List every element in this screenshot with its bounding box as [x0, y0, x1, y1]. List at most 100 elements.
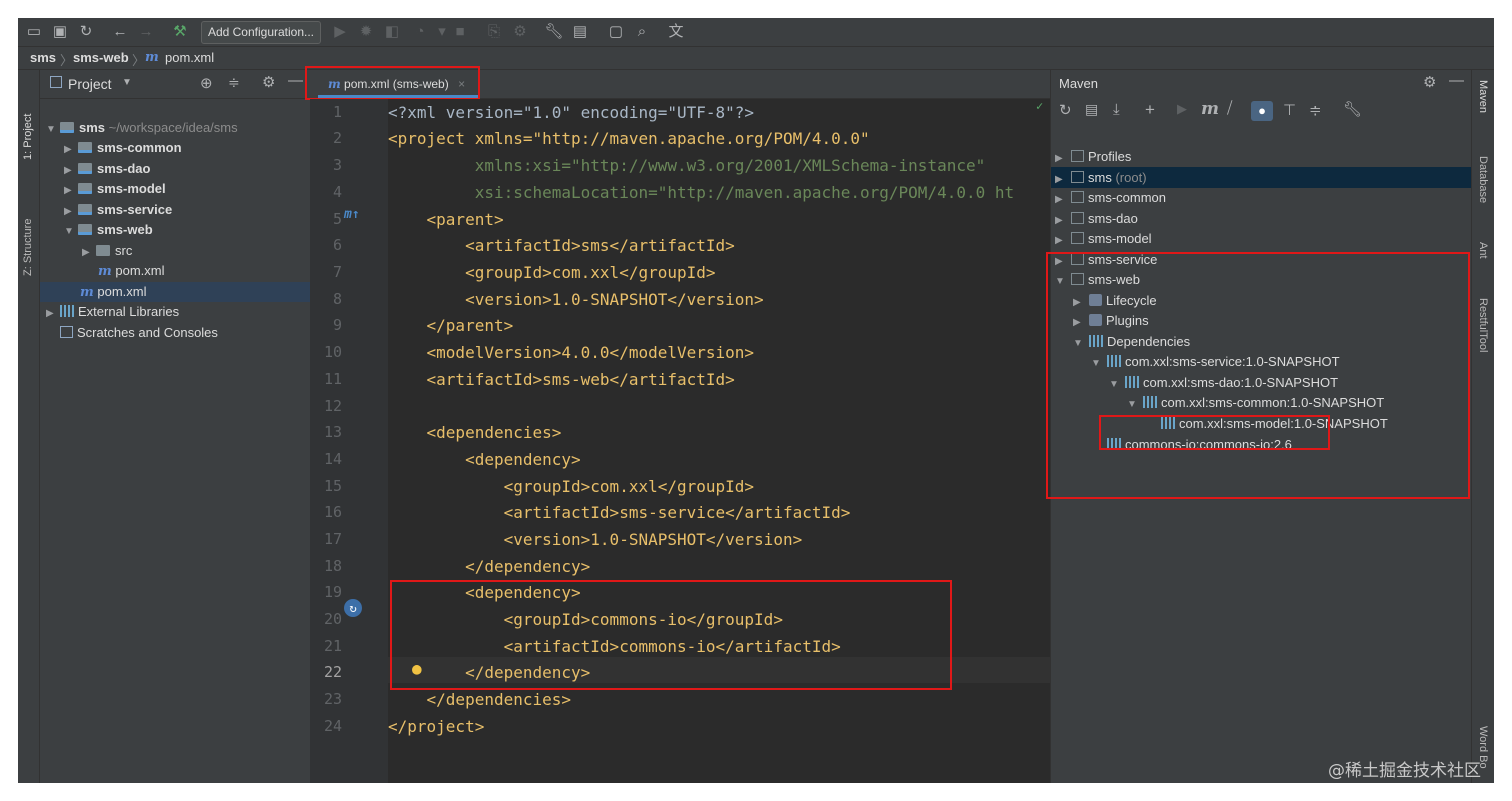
- expand-arrow-icon[interactable]: ▶: [46, 304, 60, 324]
- collapse-all-icon[interactable]: ≑: [1309, 101, 1322, 119]
- code-line: xsi:schemaLocation="http://maven.apache.…: [388, 183, 1015, 202]
- open-folder-icon[interactable]: ▭: [24, 22, 44, 42]
- minimize-icon[interactable]: —: [288, 72, 303, 89]
- maven-tree-profiles[interactable]: ▶ Profiles: [1055, 147, 1131, 167]
- expand-arrow-icon[interactable]: ▶: [64, 202, 78, 222]
- reload-icon[interactable]: ↻: [1059, 101, 1072, 119]
- breadcrumb-item[interactable]: sms-web: [73, 50, 129, 65]
- minimize-icon[interactable]: —: [1449, 72, 1464, 89]
- execute-goal-icon[interactable]: m: [1201, 99, 1219, 119]
- settings-wrench-icon[interactable]: 🔧︎: [1343, 100, 1362, 118]
- code-line: </parent>: [388, 316, 514, 335]
- locate-icon[interactable]: ⊕: [200, 74, 213, 92]
- search-icon[interactable]: ⌕: [632, 22, 652, 42]
- collapse-all-icon[interactable]: ≑: [228, 74, 240, 91]
- code-line: </dependencies>: [388, 690, 572, 709]
- line-number: 2: [332, 129, 342, 147]
- tree-item-sms-common[interactable]: ▶ sms-common: [64, 138, 182, 158]
- maven-tree-sms-dao[interactable]: ▶ sms-dao: [1055, 209, 1138, 229]
- toggle-offline-icon[interactable]: ⧸: [1227, 100, 1232, 118]
- stop-icon[interactable]: ■: [450, 22, 470, 42]
- tree-item-scratches[interactable]: Scratches and Consoles: [60, 323, 218, 343]
- save-icon[interactable]: ▣: [50, 22, 70, 42]
- add-configuration-button[interactable]: Add Configuration...: [201, 21, 321, 44]
- maven-tree-sms-model[interactable]: ▶ sms-model: [1055, 229, 1152, 249]
- maven-toolbar: ↻ ▤ ⤓ + ▶ m ⧸ ● ⊤ ≑ 🔧︎: [1051, 98, 1472, 126]
- code-line: <groupId>com.xxl</groupId>: [388, 477, 755, 496]
- sync-icon[interactable]: ↻: [76, 22, 96, 42]
- line-number: 22: [323, 663, 342, 681]
- tree-item-label: sms: [1088, 170, 1112, 185]
- ant-tool-button[interactable]: Ant: [1477, 242, 1489, 282]
- coverage-icon[interactable]: ◧: [382, 22, 402, 42]
- maven-tree-sms-common[interactable]: ▶ sms-common: [1055, 188, 1166, 208]
- tree-item-sms-dao[interactable]: ▶ sms-dao: [64, 159, 150, 179]
- debug-icon[interactable]: ✹: [356, 22, 376, 42]
- show-dependencies-icon[interactable]: ⊤: [1283, 101, 1296, 119]
- tree-item-pom-xml-root[interactable]: m pom.xml: [80, 282, 147, 302]
- tree-item-label: Profiles: [1088, 149, 1132, 164]
- right-tool-stripe: Maven Database Ant RestfulTool Word Bo: [1471, 70, 1494, 783]
- restfultool-tool-button[interactable]: RestfulTool: [1477, 298, 1489, 388]
- line-number: 7: [332, 263, 342, 281]
- code-line: <artifactId>sms</artifactId>: [388, 236, 735, 255]
- settings-wrench-icon[interactable]: 🔧︎: [544, 22, 564, 42]
- expand-arrow-icon[interactable]: ▶: [1055, 211, 1071, 231]
- code-line: xmlns:xsi="http://www.w3.org/2001/XMLSch…: [388, 156, 986, 175]
- breadcrumb-item[interactable]: pom.xml: [165, 50, 214, 65]
- expand-arrow-icon[interactable]: ▶: [64, 161, 78, 181]
- expand-arrow-icon[interactable]: ▶: [1055, 170, 1071, 190]
- add-maven-projects-icon[interactable]: ▤: [1085, 101, 1098, 118]
- expand-arrow-icon[interactable]: ▶: [1055, 231, 1071, 251]
- skip-tests-icon[interactable]: ●: [1251, 101, 1273, 121]
- line-number: 21: [323, 637, 342, 655]
- expand-arrow-icon[interactable]: ▶: [82, 243, 96, 263]
- vcs-icon[interactable]: ⚙: [510, 22, 530, 42]
- project-structure-icon[interactable]: ▤: [570, 22, 590, 42]
- structure-tool-button[interactable]: Z: Structure: [22, 186, 34, 276]
- expand-arrow-icon[interactable]: ▶: [64, 181, 78, 201]
- expand-arrow-icon[interactable]: ▶: [1055, 149, 1071, 169]
- tree-item-label: sms-dao: [1088, 211, 1138, 226]
- terminal-icon[interactable]: ▢: [606, 22, 626, 42]
- back-icon[interactable]: ←: [110, 22, 130, 42]
- parent-pom-marker-icon[interactable]: m↑: [344, 207, 360, 222]
- expand-arrow-icon[interactable]: ▶: [64, 140, 78, 160]
- profile-icon[interactable]: ◔: [410, 22, 430, 42]
- tree-item-src[interactable]: ▶ src: [82, 241, 132, 261]
- attach-icon[interactable]: ⎘: [484, 22, 504, 42]
- code-line: <modelVersion>4.0.0</modelVersion>: [388, 343, 755, 362]
- run-icon[interactable]: ▶: [1177, 101, 1187, 117]
- expand-arrow-icon[interactable]: ▼: [64, 222, 78, 242]
- module-folder-icon: [78, 224, 92, 235]
- folder-icon: [96, 245, 110, 256]
- maven-tree-sms[interactable]: ▶ sms (root): [1055, 168, 1147, 188]
- breadcrumb-item[interactable]: sms: [30, 50, 56, 65]
- maven-file-icon: m: [98, 264, 112, 279]
- database-tool-button[interactable]: Database: [1477, 156, 1489, 226]
- forward-icon[interactable]: →: [136, 22, 156, 42]
- tree-item-sms-model[interactable]: ▶ sms-model: [64, 179, 166, 199]
- project-tool-button[interactable]: 1: Project: [22, 80, 34, 160]
- build-hammer-icon[interactable]: ⚒: [170, 22, 190, 42]
- line-number: 6: [332, 236, 342, 254]
- line-number: 17: [323, 530, 342, 548]
- tree-item-external-libraries[interactable]: ▶ External Libraries: [46, 302, 179, 322]
- maven-tool-button[interactable]: Maven: [1477, 80, 1489, 140]
- add-icon[interactable]: +: [1145, 100, 1155, 120]
- project-view-title[interactable]: Project: [68, 76, 112, 92]
- chevron-down-icon[interactable]: ▼: [122, 77, 132, 88]
- dependency-update-icon[interactable]: ↻: [344, 599, 362, 617]
- expand-arrow-icon[interactable]: ▶: [1055, 190, 1071, 210]
- download-icon[interactable]: ⤓: [1113, 101, 1120, 118]
- expand-arrow-icon[interactable]: ▼: [46, 120, 60, 140]
- tree-item-sms-web[interactable]: ▼ sms-web: [64, 220, 153, 240]
- run-icon[interactable]: ▶: [330, 22, 350, 42]
- translate-icon[interactable]: 文: [666, 22, 686, 42]
- tree-item-pom-xml[interactable]: m pom.xml: [98, 261, 165, 281]
- tree-item-sms-service[interactable]: ▶ sms-service: [64, 200, 172, 220]
- tree-item-sms[interactable]: ▼ sms ~/workspace/idea/sms: [46, 118, 238, 138]
- gear-icon[interactable]: ⚙: [262, 73, 275, 91]
- run-dropdown-icon[interactable]: ▾: [432, 22, 452, 42]
- gear-icon[interactable]: ⚙: [1423, 73, 1436, 91]
